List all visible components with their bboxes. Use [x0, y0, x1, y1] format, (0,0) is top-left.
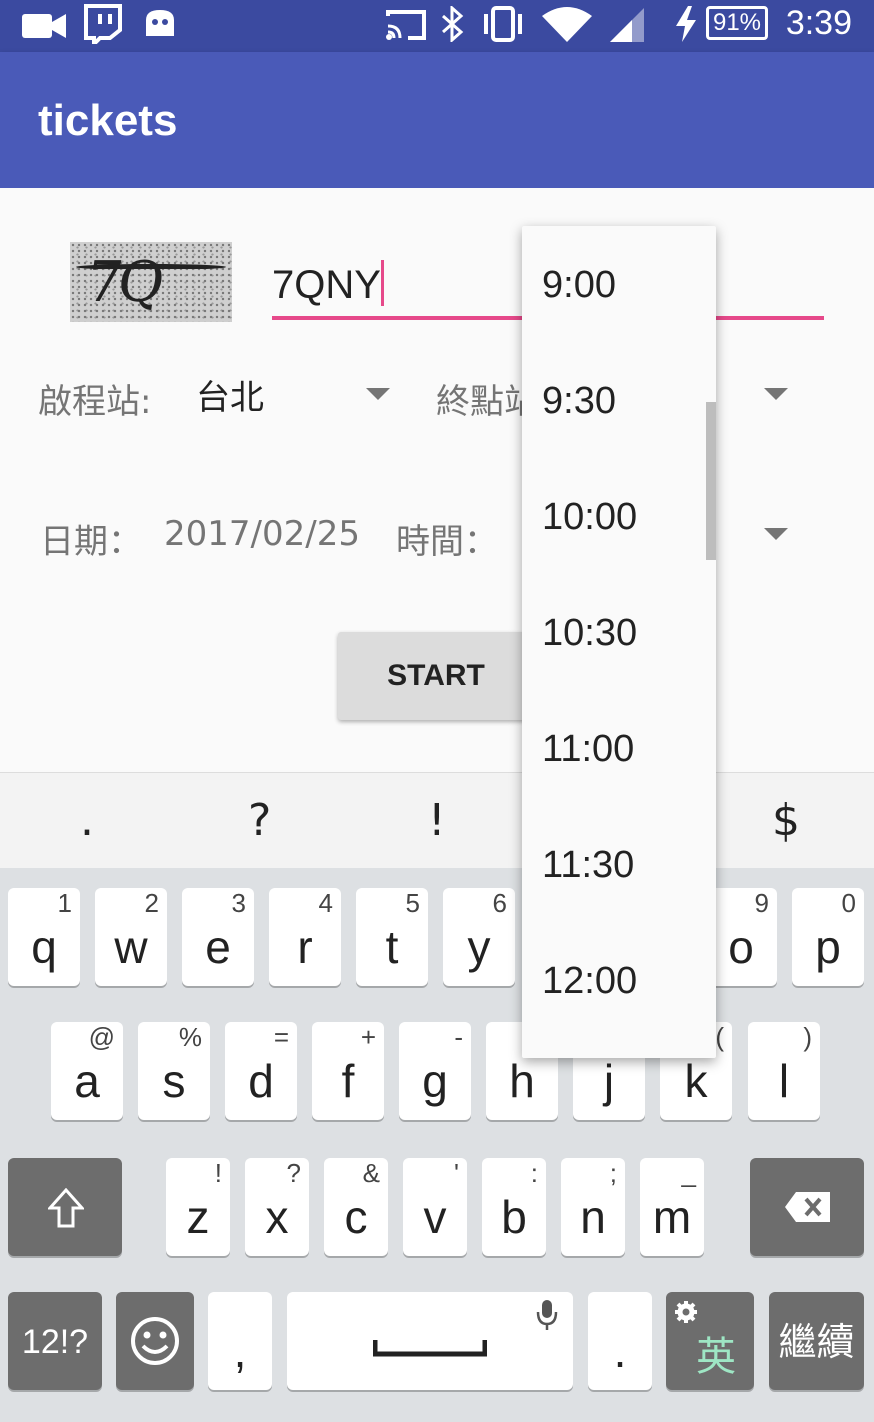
date-label: 日期： — [40, 522, 142, 562]
ticket-form: 7Q NY 7QNY 啟程站: 台北 終點站 日期： 2017/02/25 時間… — [0, 188, 874, 772]
action-key[interactable]: 繼續 — [769, 1292, 864, 1390]
key-n[interactable]: ; n — [561, 1158, 625, 1256]
backspace-key[interactable] — [750, 1158, 864, 1256]
app-bar: tickets — [0, 52, 874, 188]
origin-dropdown-arrow-icon[interactable] — [366, 388, 390, 400]
time-option-9-30[interactable]: 9:30 — [542, 380, 616, 423]
key-z[interactable]: ! z — [166, 1158, 230, 1256]
key-x[interactable]: ? x — [245, 1158, 309, 1256]
bluetooth-icon — [442, 6, 464, 42]
key-r[interactable]: 4r — [269, 888, 341, 986]
cast-icon — [386, 10, 426, 40]
status-bar: 91% 3:39 — [0, 0, 874, 52]
origin-label: 啟程站: — [38, 382, 152, 422]
key-b[interactable]: :b — [482, 1158, 546, 1256]
time-dropdown-arrow-icon[interactable] — [764, 528, 788, 540]
signal-icon — [610, 8, 644, 42]
date-value[interactable]: 2017/02/25 — [164, 514, 360, 554]
suggestion-strip: . ? ! $ — [0, 772, 874, 868]
key-e[interactable]: 3e — [182, 888, 254, 986]
key-y[interactable]: 6y — [443, 888, 515, 986]
key-m[interactable]: _ m — [640, 1158, 704, 1256]
suggestion-exclamation[interactable]: ! — [428, 795, 446, 846]
shift-arrow-icon — [48, 1188, 84, 1228]
text-caret — [380, 260, 384, 306]
suggestion-question[interactable]: ? — [248, 795, 271, 846]
key-q[interactable]: 1q — [8, 888, 80, 986]
key-d[interactable]: = d — [225, 1022, 297, 1120]
comma-key[interactable]: , — [208, 1292, 272, 1390]
emoji-key[interactable] — [116, 1292, 194, 1390]
shift-key[interactable] — [8, 1158, 122, 1256]
symbols-key[interactable]: 12!? — [8, 1292, 102, 1390]
android-icon — [146, 10, 174, 36]
soft-keyboard: . ? ! $ 1q 2w 3e 4r 5t 6y 9o 0p @ a % s = d… — [0, 772, 874, 1422]
key-f[interactable]: + f — [312, 1022, 384, 1120]
origin-spinner-value[interactable]: 台北 — [196, 370, 264, 419]
app-title: tickets — [38, 96, 178, 145]
emoji-icon — [131, 1317, 179, 1365]
captcha-text: 7Q NY — [73, 250, 165, 322]
key-v[interactable]: ' v — [403, 1158, 467, 1256]
time-dropdown-list[interactable]: 9:00 9:30 10:00 10:30 11:00 11:30 12:00 — [522, 226, 716, 1058]
key-a[interactable]: @ a — [51, 1022, 123, 1120]
spacebar-icon — [373, 1340, 487, 1357]
key-l[interactable]: ) l — [748, 1022, 820, 1120]
dropdown-scrollbar[interactable] — [706, 402, 716, 560]
space-key[interactable] — [287, 1292, 573, 1390]
wifi-icon — [542, 7, 592, 42]
suggestion-period[interactable]: . — [80, 795, 94, 846]
time-option-11-00[interactable]: 11:00 — [542, 728, 634, 771]
language-key[interactable]: 英 — [666, 1292, 754, 1390]
key-t[interactable]: 5t — [356, 888, 428, 986]
time-label: 時間： — [396, 522, 498, 562]
charging-icon — [676, 6, 696, 42]
time-option-10-30[interactable]: 10:30 — [542, 612, 637, 655]
captcha-code-value: 7QNY — [272, 263, 381, 307]
vibrate-icon — [484, 6, 522, 42]
time-option-10-00[interactable]: 10:00 — [542, 496, 637, 539]
clock: 3:39 — [785, 4, 852, 42]
backspace-icon — [785, 1192, 830, 1222]
destination-dropdown-arrow-icon[interactable] — [764, 388, 788, 400]
twitch-icon — [84, 4, 122, 44]
suggestion-dollar[interactable]: $ — [772, 795, 800, 846]
period-key[interactable]: . — [588, 1292, 652, 1390]
video-icon — [22, 14, 66, 38]
settings-gear-icon — [675, 1301, 697, 1323]
key-c[interactable]: & c — [324, 1158, 388, 1256]
microphone-icon — [536, 1300, 558, 1330]
key-p[interactable]: 0p — [792, 888, 864, 986]
key-g[interactable]: -g — [399, 1022, 471, 1120]
battery-icon: 91% — [706, 6, 768, 40]
key-w[interactable]: 2w — [95, 888, 167, 986]
time-option-11-30[interactable]: 11:30 — [542, 844, 634, 887]
time-option-9-00[interactable]: 9:00 — [542, 264, 616, 307]
time-option-12-00[interactable]: 12:00 — [542, 960, 637, 1003]
start-button[interactable]: START — [338, 632, 534, 720]
key-s[interactable]: % s — [138, 1022, 210, 1120]
captcha-image: 7Q NY — [70, 242, 232, 322]
